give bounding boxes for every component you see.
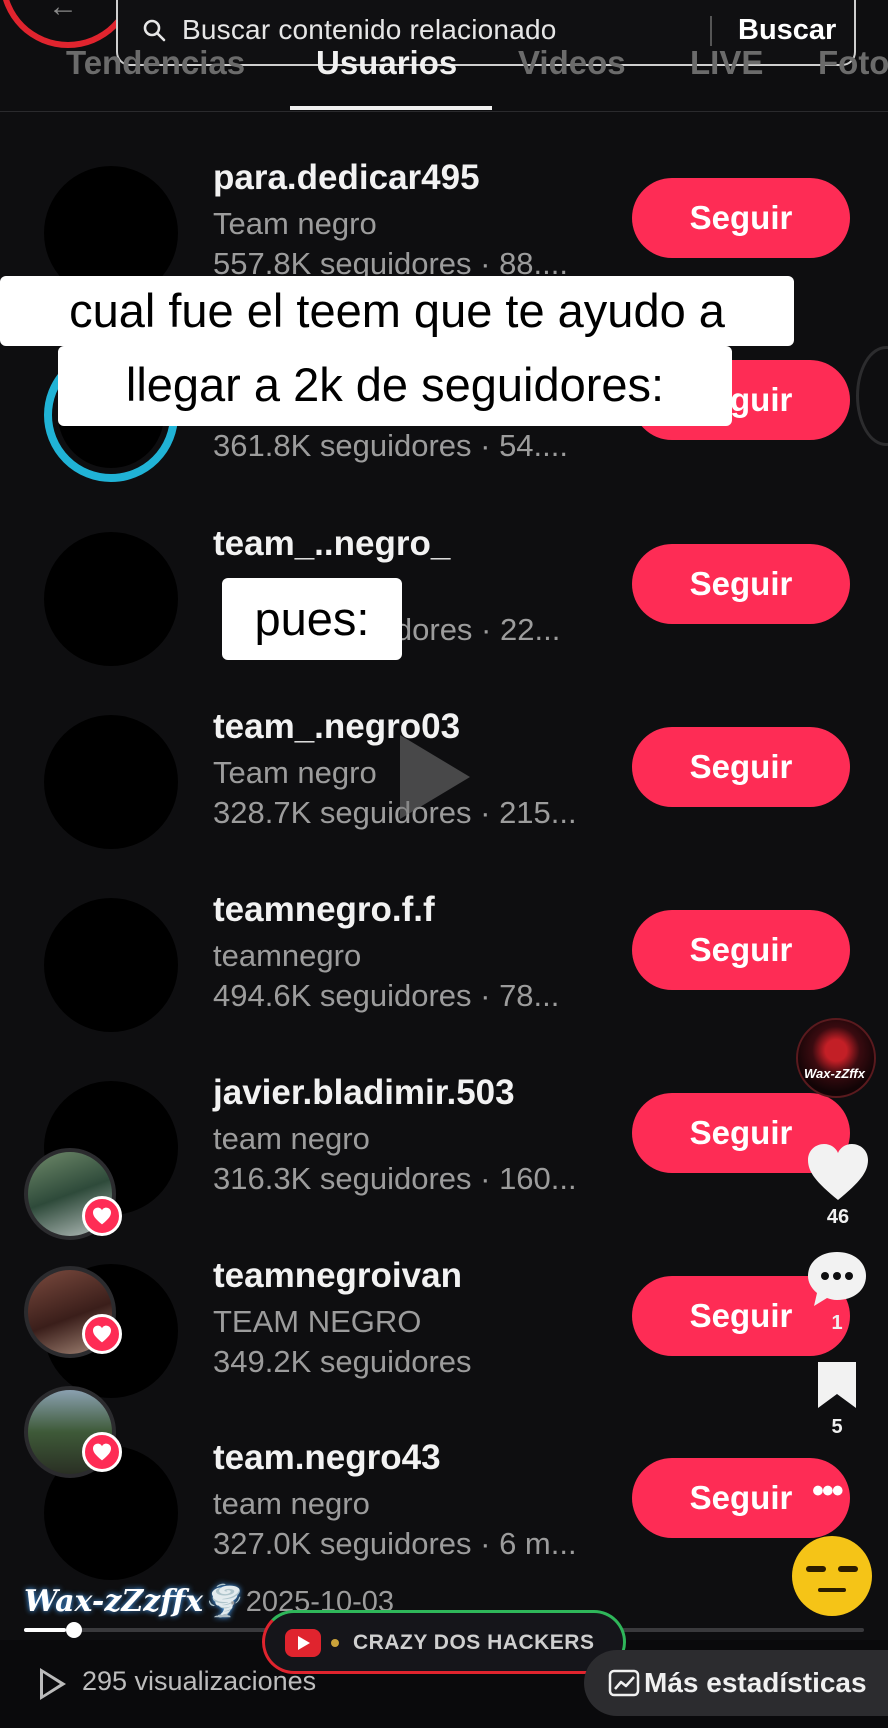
like-count: 46	[826, 1206, 850, 1228]
youtube-icon	[285, 1629, 321, 1657]
avatar[interactable]	[44, 532, 178, 666]
sound-disc-icon[interactable]	[792, 1536, 872, 1616]
caption-line-3: pues:	[222, 578, 402, 660]
comment-icon[interactable]	[806, 1250, 868, 1308]
bookmark-icon[interactable]	[815, 1360, 859, 1410]
follower-stats: 494.6K seguidores · 78...	[213, 978, 560, 1013]
tabs-divider	[0, 111, 888, 112]
follower-stats: 327.0K seguidores · 6 m...	[213, 1526, 577, 1561]
user-row[interactable]: javier.bladimir.503 team negro 316.3K se…	[0, 1073, 888, 1255]
follower-stats: 316.3K seguidores · 160...	[213, 1161, 577, 1196]
emoji-mouth	[818, 1588, 846, 1592]
nickname: team negro	[213, 1121, 370, 1156]
username: para.dedicar495	[213, 158, 480, 197]
nickname: team negro	[213, 1486, 370, 1521]
tab-trending[interactable]: Tendencias	[66, 44, 245, 82]
tab-live[interactable]: LIVE	[690, 44, 763, 82]
view-count: 295 visualizaciones	[82, 1666, 317, 1696]
tab-photos[interactable]: Fotos	[818, 44, 888, 82]
tab-users[interactable]: Usuarios	[316, 44, 457, 82]
promo-label: CRAZY DOS HACKERS	[353, 1631, 595, 1654]
caption-line-1: cual fue el teem que te ayudo a	[0, 276, 794, 346]
back-arrow-icon: ←	[48, 0, 78, 23]
nickname: Team negro	[213, 755, 377, 790]
follow-button[interactable]: Seguir	[632, 727, 850, 807]
username: team.negro43	[213, 1438, 441, 1477]
follower-stats: 361.8K seguidores · 54....	[213, 428, 569, 463]
user-row[interactable]: teamnegro.f.f teamnegro 494.6K seguidore…	[0, 890, 888, 1072]
active-tab-indicator	[290, 106, 492, 110]
avatar[interactable]	[44, 715, 178, 849]
progress-knob[interactable]	[66, 1622, 82, 1638]
liker-heart-icon	[82, 1432, 122, 1472]
trend-chart-icon	[608, 1669, 640, 1697]
views-icon-cutout	[43, 1673, 60, 1695]
more-stats-button[interactable]: Más estadísticas	[584, 1650, 888, 1716]
nickname: teamnegro	[213, 938, 362, 973]
avatar[interactable]	[44, 898, 178, 1032]
username: team_..negro_	[213, 524, 451, 563]
save-count: 5	[831, 1416, 843, 1438]
creator-avatar-tag: Wax-zZffx	[804, 1066, 865, 1081]
search-icon	[143, 19, 166, 42]
promo-dot	[331, 1639, 339, 1647]
follower-stats: 349.2K seguidores	[213, 1344, 472, 1379]
follower-stats: idores · 22...	[388, 612, 561, 647]
username: teamnegro.f.f	[213, 890, 435, 929]
nickname: TEAM NEGRO	[213, 1304, 422, 1339]
user-row[interactable]: team_..negro_ idores · 22... Seguir	[0, 524, 888, 706]
username: javier.bladimir.503	[213, 1073, 515, 1112]
follow-button[interactable]: Seguir	[632, 544, 850, 624]
emoji-eye	[806, 1566, 826, 1572]
follow-button[interactable]: Seguir	[632, 910, 850, 990]
tab-videos[interactable]: Videos	[518, 44, 626, 82]
creator-avatar[interactable]: Wax-zZffx	[796, 1018, 876, 1098]
liker-heart-icon	[82, 1314, 122, 1354]
play-icon[interactable]	[400, 735, 470, 819]
caption-line-2: llegar a 2k de seguidores:	[58, 346, 732, 426]
follower-stats: 328.7K seguidores · 215...	[213, 795, 577, 830]
like-icon[interactable]	[806, 1142, 870, 1202]
nickname: Team negro	[213, 206, 377, 241]
more-options-icon[interactable]: •••	[812, 1472, 844, 1511]
emoji-eye	[838, 1566, 858, 1572]
username: teamnegroivan	[213, 1256, 462, 1295]
tab-bar: Tendencias Usuarios Videos LIVE Fotos	[0, 40, 888, 110]
follow-button[interactable]: Seguir	[632, 178, 850, 258]
more-stats-label: Más estadísticas	[644, 1667, 867, 1698]
promo-pill[interactable]: CRAZY DOS HACKERS	[262, 1610, 626, 1674]
video-author[interactable]: Wax-zZzffx🌪️	[24, 1584, 240, 1619]
liker-heart-icon	[82, 1196, 122, 1236]
progress-fill	[24, 1628, 66, 1632]
user-row[interactable]: teamnegroivan TEAM NEGRO 349.2K seguidor…	[0, 1256, 888, 1438]
comment-count: 1	[831, 1312, 843, 1334]
